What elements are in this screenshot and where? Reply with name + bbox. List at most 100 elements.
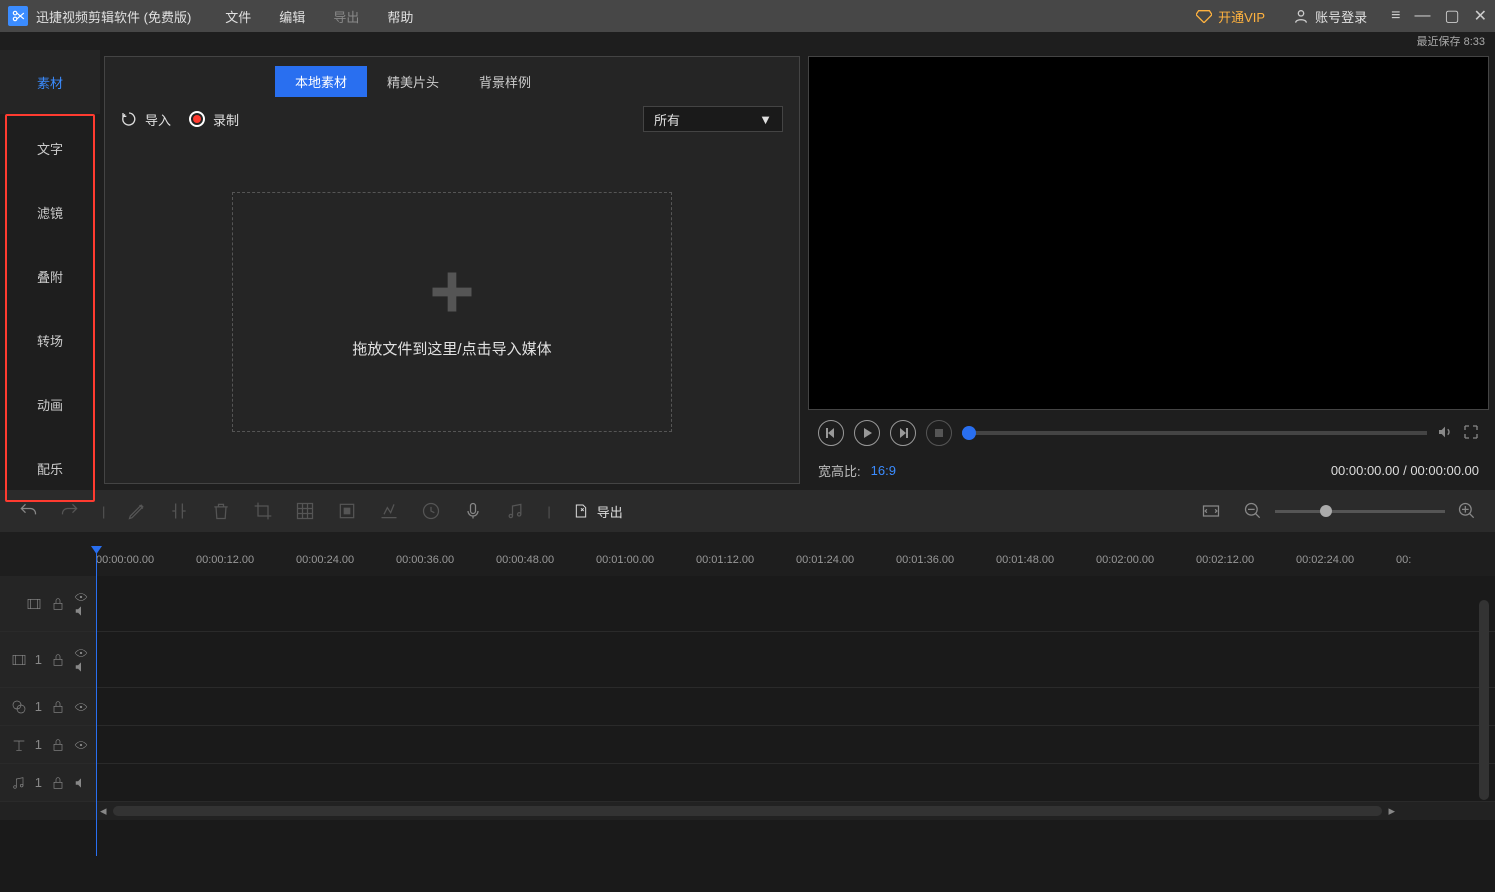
edit-button[interactable]	[127, 501, 147, 521]
mosaic-button[interactable]	[295, 501, 315, 521]
sidebar-item-animation[interactable]: 动画	[7, 372, 93, 436]
film-icon	[11, 652, 27, 668]
sidebar-item-label: 滤镜	[37, 203, 63, 222]
timeline-vscroll[interactable]	[1479, 600, 1489, 800]
undo-button[interactable]	[18, 501, 38, 521]
hscroll-thumb[interactable]	[113, 806, 1383, 816]
sidebar-item-media[interactable]: 素材	[0, 50, 100, 114]
scroll-right-icon[interactable]: ▸	[1388, 803, 1395, 819]
track-body[interactable]	[96, 688, 1495, 725]
eye-icon[interactable]	[74, 702, 88, 712]
preview-panel: 宽高比: 16:9 00:00:00.00 / 00:00:00.00	[808, 56, 1489, 484]
timeline-hscroll[interactable]: ◂ ▸	[0, 802, 1495, 820]
export-icon	[573, 503, 589, 519]
speaker-icon[interactable]	[74, 662, 88, 672]
eye-icon[interactable]	[74, 648, 88, 658]
hamburger-icon[interactable]: ≡	[1391, 7, 1400, 25]
menu-file[interactable]: 文件	[211, 7, 265, 26]
aspect-value[interactable]: 16:9	[871, 463, 896, 478]
delete-button[interactable]	[211, 501, 231, 521]
play-button[interactable]	[854, 420, 880, 446]
speaker-icon[interactable]	[74, 778, 88, 788]
fullscreen-icon[interactable]	[1463, 424, 1479, 443]
track-body[interactable]	[96, 764, 1495, 801]
maximize-button[interactable]: ▢	[1444, 6, 1459, 26]
audio-clip-button[interactable]	[505, 501, 525, 521]
tab-local-media[interactable]: 本地素材	[275, 66, 367, 97]
fit-button[interactable]	[1201, 501, 1221, 521]
sidebar: 素材 文字 滤镜 叠附 转场 动画 配乐	[0, 50, 100, 490]
seek-handle[interactable]	[962, 426, 976, 440]
prev-frame-button[interactable]	[818, 420, 844, 446]
lock-icon[interactable]	[50, 737, 66, 753]
sidebar-item-music[interactable]: 配乐	[7, 436, 93, 500]
app-title: 迅捷视频剪辑软件 (免费版)	[36, 7, 191, 26]
zoom-slider[interactable]	[1275, 510, 1445, 513]
lock-icon[interactable]	[50, 699, 66, 715]
playback-controls	[808, 410, 1489, 456]
track-body[interactable]	[96, 726, 1495, 763]
zoom-in-button[interactable]	[1457, 501, 1477, 521]
scroll-left-icon[interactable]: ◂	[100, 803, 107, 819]
track-body[interactable]	[96, 576, 1495, 631]
freeze-button[interactable]	[337, 501, 357, 521]
minimize-button[interactable]: —	[1414, 7, 1430, 25]
user-icon	[1293, 8, 1309, 24]
zoom-handle[interactable]	[1320, 505, 1332, 517]
redo-button[interactable]	[60, 501, 80, 521]
sidebar-item-text[interactable]: 文字	[7, 116, 93, 180]
eye-icon[interactable]	[74, 592, 88, 602]
zoom-out-button[interactable]	[1243, 501, 1263, 521]
track-video-main[interactable]	[0, 576, 1495, 632]
lock-icon[interactable]	[50, 596, 66, 612]
voiceover-button[interactable]	[463, 501, 483, 521]
menu-export[interactable]: 导出	[319, 7, 373, 26]
lock-icon[interactable]	[50, 652, 66, 668]
speaker-icon[interactable]	[74, 606, 88, 616]
tab-backgrounds[interactable]: 背景样例	[459, 66, 551, 97]
menu-edit[interactable]: 编辑	[265, 7, 319, 26]
ruler-tick: 00:01:36.00	[896, 532, 996, 576]
sidebar-item-overlay[interactable]: 叠附	[7, 244, 93, 308]
sidebar-item-transition[interactable]: 转场	[7, 308, 93, 372]
track-overlay[interactable]: 1	[0, 688, 1495, 726]
ruler-tick: 00:01:24.00	[796, 532, 896, 576]
export-button[interactable]: 导出	[573, 502, 623, 521]
track-video[interactable]: 1	[0, 632, 1495, 688]
import-button[interactable]: 导入	[121, 110, 171, 129]
volume-icon[interactable]	[1437, 424, 1453, 443]
media-dropzone[interactable]: 拖放文件到这里/点击导入媒体	[232, 192, 672, 432]
eye-icon[interactable]	[74, 740, 88, 750]
sidebar-item-filter[interactable]: 滤镜	[7, 180, 93, 244]
ruler-tick: 00:00:36.00	[396, 532, 496, 576]
tab-intros[interactable]: 精美片头	[367, 66, 459, 97]
sidebar-item-label: 素材	[37, 73, 63, 92]
close-button[interactable]: ✕	[1474, 6, 1487, 26]
playhead[interactable]	[96, 552, 97, 856]
media-filter-select[interactable]: 所有 ▼	[643, 106, 783, 132]
duration-button[interactable]	[421, 501, 441, 521]
lock-icon[interactable]	[50, 775, 66, 791]
seek-bar[interactable]	[962, 431, 1427, 435]
speed-button[interactable]	[379, 501, 399, 521]
track-index: 1	[35, 775, 42, 790]
split-button[interactable]	[169, 501, 189, 521]
sidebar-item-label: 配乐	[37, 459, 63, 478]
ruler-tick: 00:00:24.00	[296, 532, 396, 576]
timeline-ruler[interactable]: 00:00:00.00 00:00:12.00 00:00:24.00 00:0…	[0, 532, 1495, 576]
track-audio[interactable]: 1	[0, 764, 1495, 802]
crop-button[interactable]	[253, 501, 273, 521]
next-frame-button[interactable]	[890, 420, 916, 446]
titlebar: 迅捷视频剪辑软件 (免费版) 文件 编辑 导出 帮助 开通VIP 账号登录 ≡ …	[0, 0, 1495, 32]
record-button[interactable]: 录制	[189, 110, 239, 129]
track-body[interactable]	[96, 632, 1495, 687]
import-label: 导入	[145, 110, 171, 129]
diamond-icon	[1196, 9, 1212, 23]
menu-help[interactable]: 帮助	[373, 7, 427, 26]
track-text[interactable]: 1	[0, 726, 1495, 764]
stop-button[interactable]	[926, 420, 952, 446]
record-icon	[189, 111, 205, 127]
login-button[interactable]: 账号登录	[1279, 7, 1381, 26]
preview-screen[interactable]	[808, 56, 1489, 410]
vip-button[interactable]: 开通VIP	[1182, 7, 1279, 26]
